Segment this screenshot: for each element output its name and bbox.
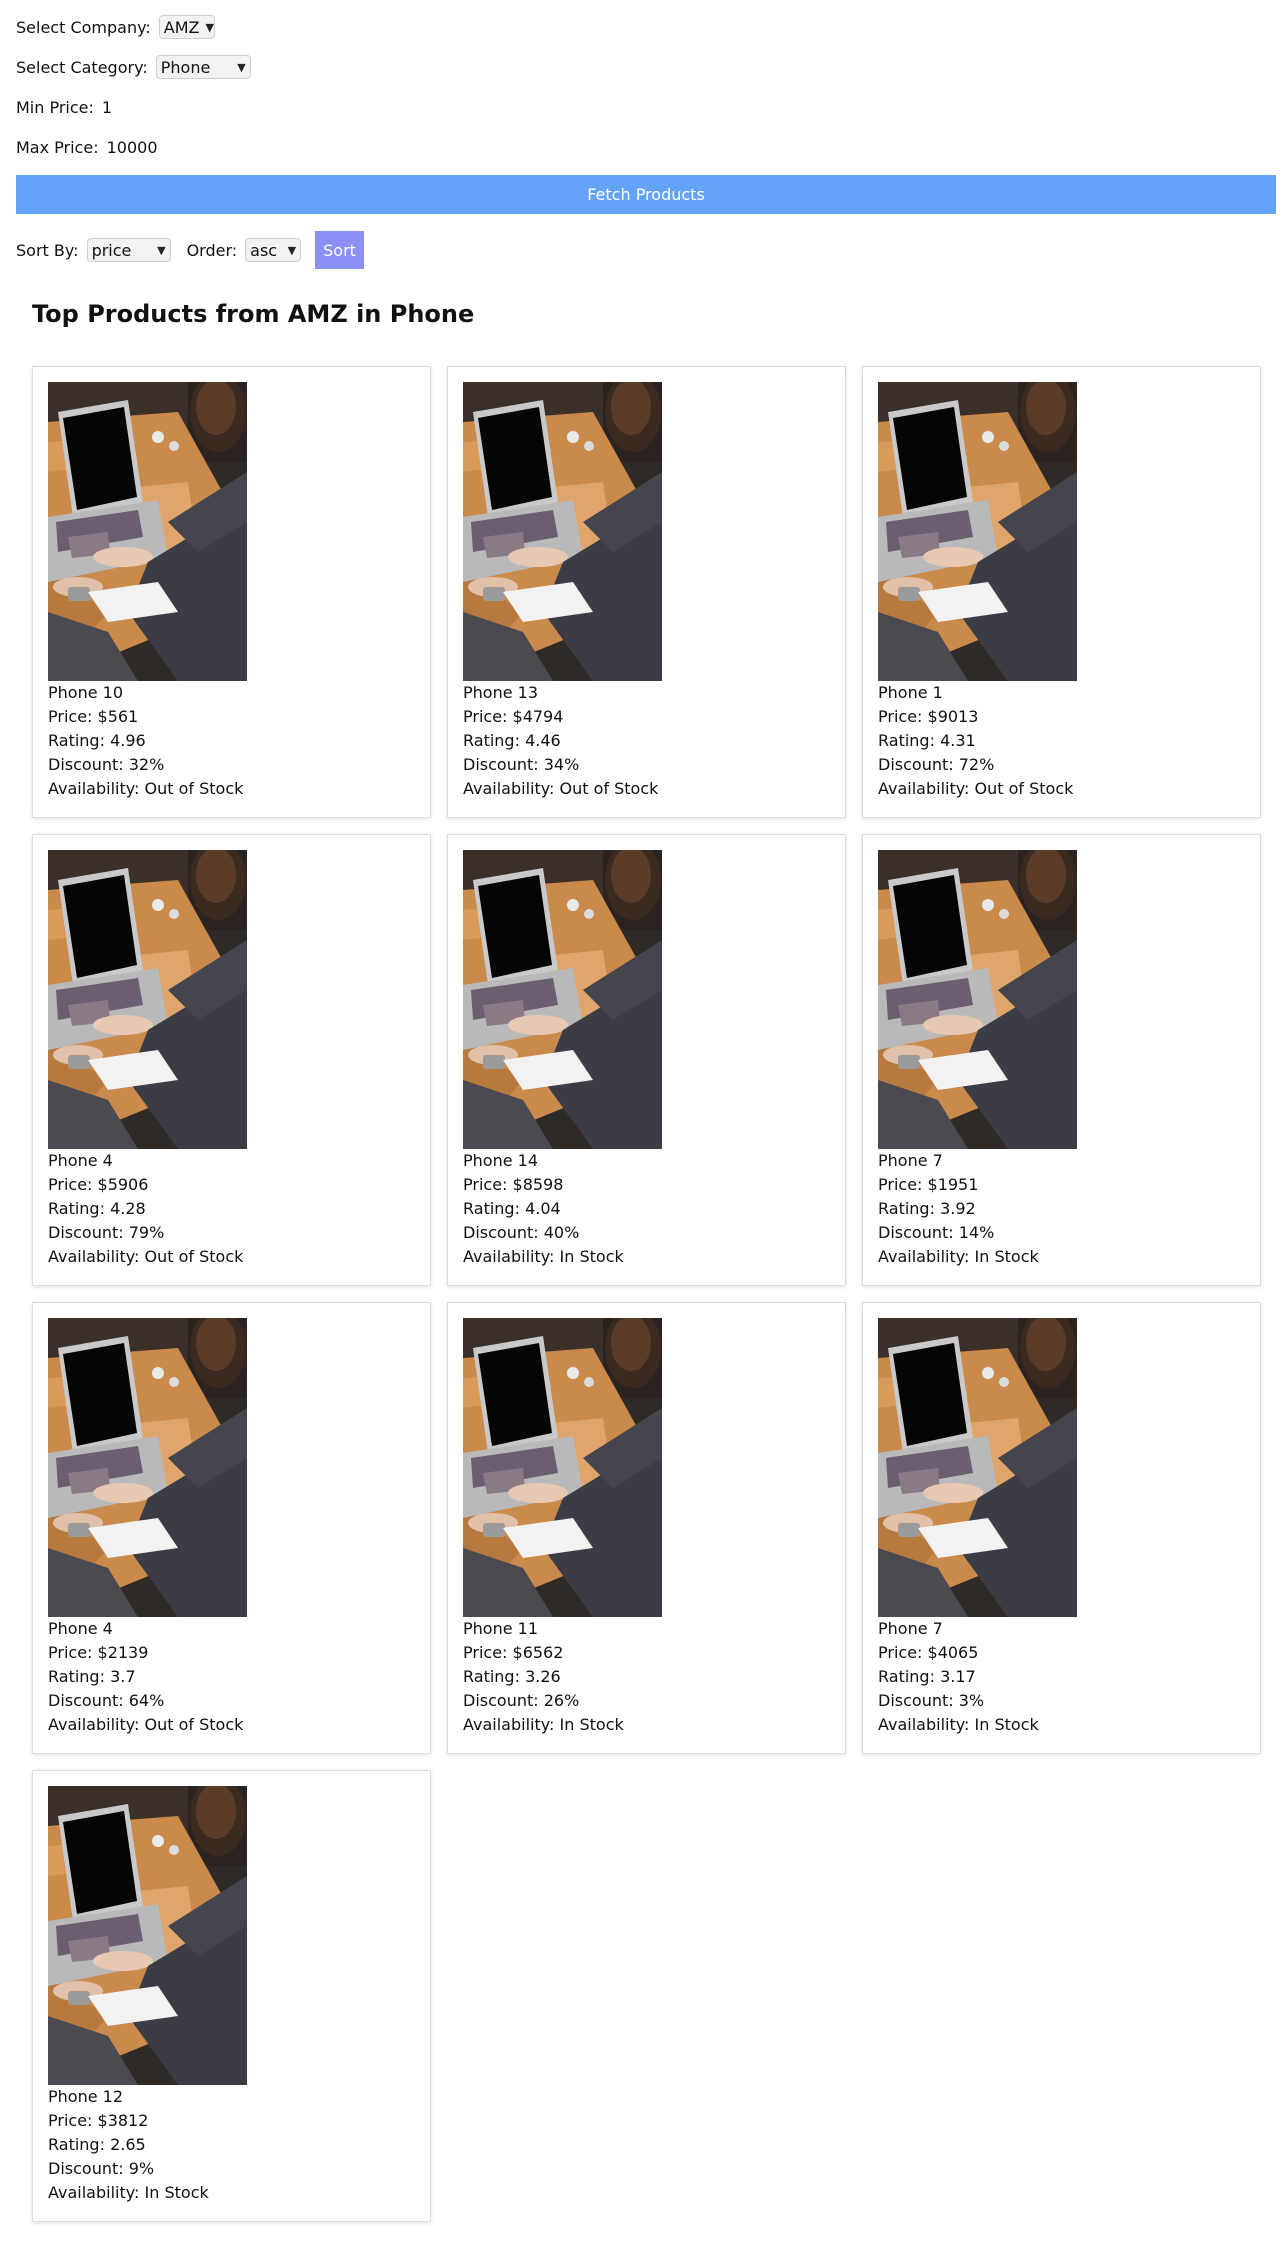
- product-price: Price: $4794: [463, 707, 564, 726]
- min-price-input[interactable]: 1: [102, 98, 112, 117]
- product-image: [878, 1318, 1077, 1617]
- category-select-value: Phone: [160, 57, 211, 77]
- chevron-down-icon: ▼: [205, 20, 214, 34]
- product-availability: Availability: Out of Stock: [48, 1715, 244, 1734]
- order-select-value: asc: [250, 240, 278, 260]
- product-availability: Availability: Out of Stock: [48, 1247, 244, 1266]
- product-card: Phone 4 Price: $2139 Rating: 3.7 Discount: …: [32, 1302, 431, 1754]
- product-card: Phone 11 Price: $6562 Rating: 3.26 Discount…: [447, 1302, 846, 1754]
- product-image: [878, 850, 1077, 1149]
- product-availability: Availability: Out of Stock: [878, 779, 1074, 798]
- product-discount: Discount: 40%: [463, 1223, 580, 1242]
- product-name: Phone 13: [463, 683, 539, 702]
- product-availability: Availability: In Stock: [463, 1715, 624, 1734]
- product-name: Phone 11: [463, 1619, 539, 1638]
- sort-button[interactable]: Sort: [315, 231, 364, 269]
- product-discount: Discount: 32%: [48, 755, 165, 774]
- product-discount: Discount: 64%: [48, 1691, 165, 1710]
- sort-row: Sort By: price ▼ Order: asc ▼ Sort: [16, 231, 364, 269]
- product-price: Price: $2139: [48, 1643, 149, 1662]
- product-name: Phone 7: [878, 1619, 943, 1638]
- product-discount: Discount: 3%: [878, 1691, 985, 1710]
- product-rating: Rating: 3.26: [463, 1667, 561, 1686]
- category-row: Select Category: Phone ▼: [16, 52, 251, 82]
- product-rating: Rating: 4.28: [48, 1199, 146, 1218]
- product-rating: Rating: 3.17: [878, 1667, 976, 1686]
- product-image: [48, 850, 247, 1149]
- category-select[interactable]: Phone ▼: [155, 55, 251, 79]
- product-discount: Discount: 34%: [463, 755, 580, 774]
- product-name: Phone 1: [878, 683, 943, 702]
- chevron-down-icon: ▼: [157, 243, 166, 257]
- product-price: Price: $9013: [878, 707, 979, 726]
- product-image: [878, 382, 1077, 681]
- order-select[interactable]: asc ▼: [245, 238, 302, 262]
- min-price-row: Min Price: 1: [16, 92, 112, 122]
- product-image: [463, 850, 662, 1149]
- product-name: Phone 7: [878, 1151, 943, 1170]
- product-price: Price: $6562: [463, 1643, 564, 1662]
- product-image: [48, 1318, 247, 1617]
- fetch-products-button[interactable]: Fetch Products: [16, 175, 1276, 214]
- max-price-row: Max Price: 10000: [16, 132, 158, 162]
- product-availability: Availability: In Stock: [878, 1715, 1039, 1734]
- product-card: Phone 7 Price: $1951 Rating: 3.92 Discount:…: [862, 834, 1261, 1286]
- company-select-value: AMZ: [163, 17, 200, 37]
- product-price: Price: $8598: [463, 1175, 564, 1194]
- product-card: Phone 12 Price: $3812 Rating: 2.65 Discount…: [32, 1770, 431, 2222]
- chevron-down-icon: ▼: [287, 243, 297, 257]
- sort-by-select-value: price: [91, 240, 132, 260]
- product-card: Phone 7 Price: $4065 Rating: 3.17 Discount:…: [862, 1302, 1261, 1754]
- product-card: Phone 1 Price: $9013 Rating: 4.31 Discount:…: [862, 366, 1261, 818]
- product-image: [463, 382, 662, 681]
- product-discount: Discount: 9%: [48, 2159, 155, 2178]
- product-name: Phone 14: [463, 1151, 539, 1170]
- product-card: Phone 13 Price: $4794 Rating: 4.46 Discount…: [447, 366, 846, 818]
- product-discount: Discount: 26%: [463, 1691, 580, 1710]
- product-name: Phone 4: [48, 1619, 113, 1638]
- company-select[interactable]: AMZ ▼: [158, 15, 215, 39]
- company-label: Select Company:: [16, 17, 151, 37]
- product-rating: Rating: 3.7: [48, 1667, 136, 1686]
- product-availability: Availability: In Stock: [878, 1247, 1039, 1266]
- product-card: Phone 10 Price: $561 Rating: 4.96 Discount:…: [32, 366, 431, 818]
- product-image: [48, 1786, 247, 2085]
- product-price: Price: $5906: [48, 1175, 149, 1194]
- product-discount: Discount: 79%: [48, 1223, 165, 1242]
- product-card: Phone 4 Price: $5906 Rating: 4.28 Discount:…: [32, 834, 431, 1286]
- product-image: [463, 1318, 662, 1617]
- product-availability: Availability: In Stock: [463, 1247, 624, 1266]
- product-price: Price: $561: [48, 707, 139, 726]
- product-name: Phone 4: [48, 1151, 113, 1170]
- max-price-label: Max Price:: [16, 137, 99, 157]
- product-availability: Availability: Out of Stock: [48, 779, 244, 798]
- product-price: Price: $3812: [48, 2111, 149, 2130]
- category-label: Select Category:: [16, 57, 148, 77]
- product-rating: Rating: 4.31: [878, 731, 976, 750]
- product-availability: Availability: Out of Stock: [463, 779, 659, 798]
- product-name: Phone 10: [48, 683, 124, 702]
- company-row: Select Company: AMZ ▼: [16, 12, 215, 42]
- results-heading: Top Products from AMZ in Phone: [32, 300, 475, 328]
- product-rating: Rating: 2.65: [48, 2135, 146, 2154]
- sort-by-label: Sort By:: [16, 240, 79, 260]
- product-rating: Rating: 4.96: [48, 731, 146, 750]
- min-price-label: Min Price:: [16, 97, 94, 117]
- product-rating: Rating: 4.04: [463, 1199, 561, 1218]
- product-price: Price: $4065: [878, 1643, 979, 1662]
- product-availability: Availability: In Stock: [48, 2183, 209, 2202]
- chevron-down-icon: ▼: [237, 60, 246, 74]
- product-discount: Discount: 72%: [878, 755, 995, 774]
- product-name: Phone 12: [48, 2087, 124, 2106]
- product-rating: Rating: 4.46: [463, 731, 561, 750]
- product-card: Phone 14 Price: $8598 Rating: 4.04 Discount…: [447, 834, 846, 1286]
- product-discount: Discount: 14%: [878, 1223, 995, 1242]
- product-rating: Rating: 3.92: [878, 1199, 976, 1218]
- max-price-input[interactable]: 10000: [107, 138, 158, 157]
- product-image: [48, 382, 247, 681]
- order-label: Order:: [186, 240, 238, 260]
- sort-by-select[interactable]: price ▼: [86, 238, 171, 262]
- product-grid: Phone 10 Price: $561 Rating: 4.96 Discount:…: [32, 366, 1261, 2222]
- product-price: Price: $1951: [878, 1175, 979, 1194]
